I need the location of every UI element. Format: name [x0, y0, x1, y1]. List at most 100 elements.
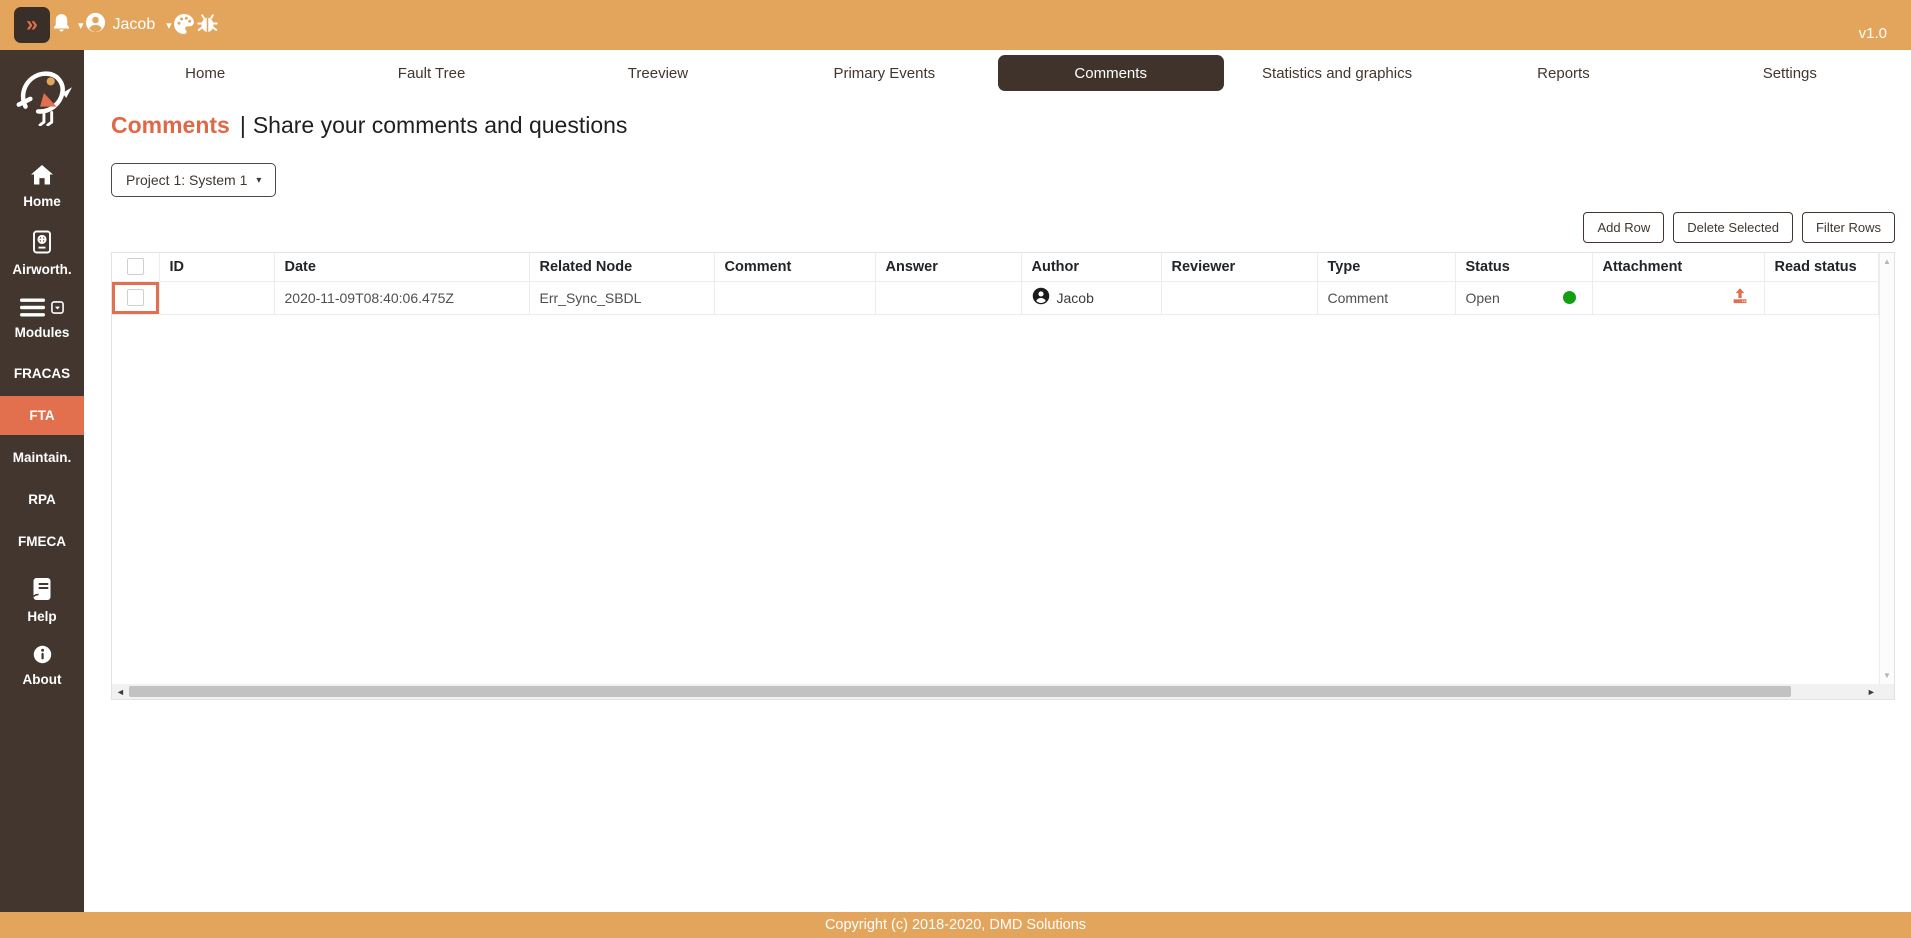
column-header-related-node[interactable]: Related Node: [529, 253, 714, 281]
sidebar-item-label: Modules: [0, 325, 84, 340]
sidebar-item-fmeca[interactable]: FMECA: [0, 522, 84, 561]
sidebar-item-label: Help: [0, 609, 84, 624]
sidebar-item-label: Home: [0, 194, 84, 209]
hamburger-menu-icon: [20, 298, 46, 322]
user-menu-button[interactable]: Jacob ▾: [84, 11, 172, 39]
filter-rows-button[interactable]: Filter Rows: [1802, 212, 1895, 243]
column-header-status[interactable]: Status: [1455, 253, 1592, 281]
row-select-cell-selected[interactable]: [112, 281, 159, 314]
status-open-dot: [1563, 291, 1576, 304]
book-icon: [31, 588, 53, 605]
tab-statistics-and-graphics[interactable]: Statistics and graphics: [1224, 50, 1450, 96]
sidebar-item-help[interactable]: Help: [0, 570, 84, 631]
scroll-down-arrow-icon[interactable]: ▼: [1883, 667, 1891, 684]
passport-globe-icon: [31, 241, 53, 258]
cell-author[interactable]: Jacob: [1021, 281, 1161, 314]
table-header-row: ID Date Related Node Comment Answer Auth…: [112, 253, 1879, 281]
sidebar-item-about[interactable]: About: [0, 638, 84, 694]
sidebar-item-home[interactable]: Home: [0, 157, 84, 216]
sidebar-item-modules[interactable]: Modules: [0, 291, 84, 347]
tab-primary-events[interactable]: Primary Events: [771, 50, 997, 96]
sidebar-item-fta[interactable]: FTA: [0, 396, 84, 435]
add-row-button[interactable]: Add Row: [1583, 212, 1664, 243]
author-avatar-icon: [1032, 287, 1050, 308]
table-toolbar: Add Row Delete Selected Filter Rows: [84, 212, 1895, 243]
cell-date[interactable]: 2020-11-09T08:40:06.475Z: [274, 281, 529, 314]
theme-palette-button[interactable]: [172, 12, 196, 39]
main-content: Home Fault Tree Treeview Primary Events …: [84, 50, 1911, 912]
sidebar-collapse-button[interactable]: »: [14, 7, 50, 43]
sidebar-item-label: FRACAS: [0, 366, 84, 381]
cell-id[interactable]: [159, 281, 274, 314]
cell-status[interactable]: Open: [1455, 281, 1592, 314]
cell-reviewer[interactable]: [1161, 281, 1317, 314]
column-header-author[interactable]: Author: [1021, 253, 1161, 281]
sidebar-item-fracas[interactable]: FRACAS: [0, 354, 84, 393]
column-header-reviewer[interactable]: Reviewer: [1161, 253, 1317, 281]
scroll-up-arrow-icon[interactable]: ▲: [1883, 253, 1891, 270]
comments-table-container: ID Date Related Node Comment Answer Auth…: [111, 252, 1895, 700]
scroll-left-arrow-icon[interactable]: ◄: [112, 687, 129, 697]
app-root: » ▾ Jacob ▾ v1.0: [0, 0, 1911, 938]
upload-attachment-icon[interactable]: [1731, 287, 1749, 308]
sidebar-item-label: Maintain.: [0, 450, 84, 465]
scroll-right-arrow-icon[interactable]: ►: [1863, 687, 1880, 697]
status-label: Open: [1466, 290, 1500, 306]
copyright-label: Copyright (c) 2018-2020, DMD Solutions: [825, 917, 1086, 933]
column-header-answer[interactable]: Answer: [875, 253, 1021, 281]
bug-icon: [196, 12, 219, 38]
table-row: 2020-11-09T08:40:06.475Z Err_Sync_SBDL J…: [112, 281, 1879, 314]
sidebar-item-label: Airworth.: [0, 262, 84, 277]
cell-attachment[interactable]: [1592, 281, 1764, 314]
tab-settings[interactable]: Settings: [1677, 50, 1903, 96]
column-header-date[interactable]: Date: [274, 253, 529, 281]
column-header-comment[interactable]: Comment: [714, 253, 875, 281]
bug-report-button[interactable]: [196, 12, 219, 38]
user-name-label: Jacob: [113, 16, 156, 34]
sidebar-item-maintain[interactable]: Maintain.: [0, 438, 84, 477]
select-all-checkbox[interactable]: [127, 258, 144, 275]
project-selector-dropdown[interactable]: Project 1: System 1 ▾: [111, 163, 276, 197]
tab-fault-tree[interactable]: Fault Tree: [318, 50, 544, 96]
cell-read-status[interactable]: [1764, 281, 1879, 314]
chevron-down-icon: ▾: [256, 175, 261, 186]
select-all-header-cell: [112, 253, 159, 281]
module-tabbar: Home Fault Tree Treeview Primary Events …: [84, 50, 1911, 96]
cell-type[interactable]: Comment: [1317, 281, 1455, 314]
tab-home[interactable]: Home: [92, 50, 318, 96]
delete-selected-button[interactable]: Delete Selected: [1673, 212, 1793, 243]
bell-icon: [50, 12, 73, 38]
topbar: » ▾ Jacob ▾ v1.0: [0, 0, 1911, 50]
info-icon: [33, 651, 52, 668]
module-dropdown-box-icon: [51, 301, 64, 319]
page-title: Comments | Share your comments and quest…: [111, 112, 1911, 139]
cell-answer[interactable]: [875, 281, 1021, 314]
sidebar-item-label: FTA: [0, 408, 84, 423]
sidebar-item-rpa[interactable]: RPA: [0, 480, 84, 519]
column-header-id[interactable]: ID: [159, 253, 274, 281]
footer: Copyright (c) 2018-2020, DMD Solutions: [0, 912, 1911, 938]
tab-comments[interactable]: Comments: [998, 55, 1224, 91]
project-selector-value: Project 1: System 1: [126, 172, 247, 188]
horizontal-scrollbar-thumb[interactable]: [129, 686, 1791, 697]
palette-icon: [172, 12, 196, 39]
comments-table: ID Date Related Node Comment Answer Auth…: [112, 253, 1879, 315]
notifications-button[interactable]: ▾: [50, 12, 84, 38]
user-avatar-icon: [84, 11, 107, 39]
cell-related-node[interactable]: Err_Sync_SBDL: [529, 281, 714, 314]
page-title-main: Comments: [111, 112, 230, 139]
cell-comment[interactable]: [714, 281, 875, 314]
row-checkbox[interactable]: [127, 289, 144, 306]
sidebar-item-airworthiness[interactable]: Airworth.: [0, 223, 84, 284]
column-header-attachment[interactable]: Attachment: [1592, 253, 1764, 281]
app-version-label: v1.0: [1859, 25, 1897, 42]
tab-treeview[interactable]: Treeview: [545, 50, 771, 96]
table-vertical-scrollbar[interactable]: ▲ ▼: [1879, 253, 1894, 684]
tab-reports[interactable]: Reports: [1450, 50, 1676, 96]
home-icon: [30, 173, 54, 190]
column-header-type[interactable]: Type: [1317, 253, 1455, 281]
table-horizontal-scrollbar[interactable]: ◄ ►: [112, 684, 1894, 699]
sidebar: Home Airworth. Modules: [0, 50, 84, 912]
page-title-subtitle: Share your comments and questions: [253, 112, 628, 139]
column-header-read-status[interactable]: Read status: [1764, 253, 1879, 281]
